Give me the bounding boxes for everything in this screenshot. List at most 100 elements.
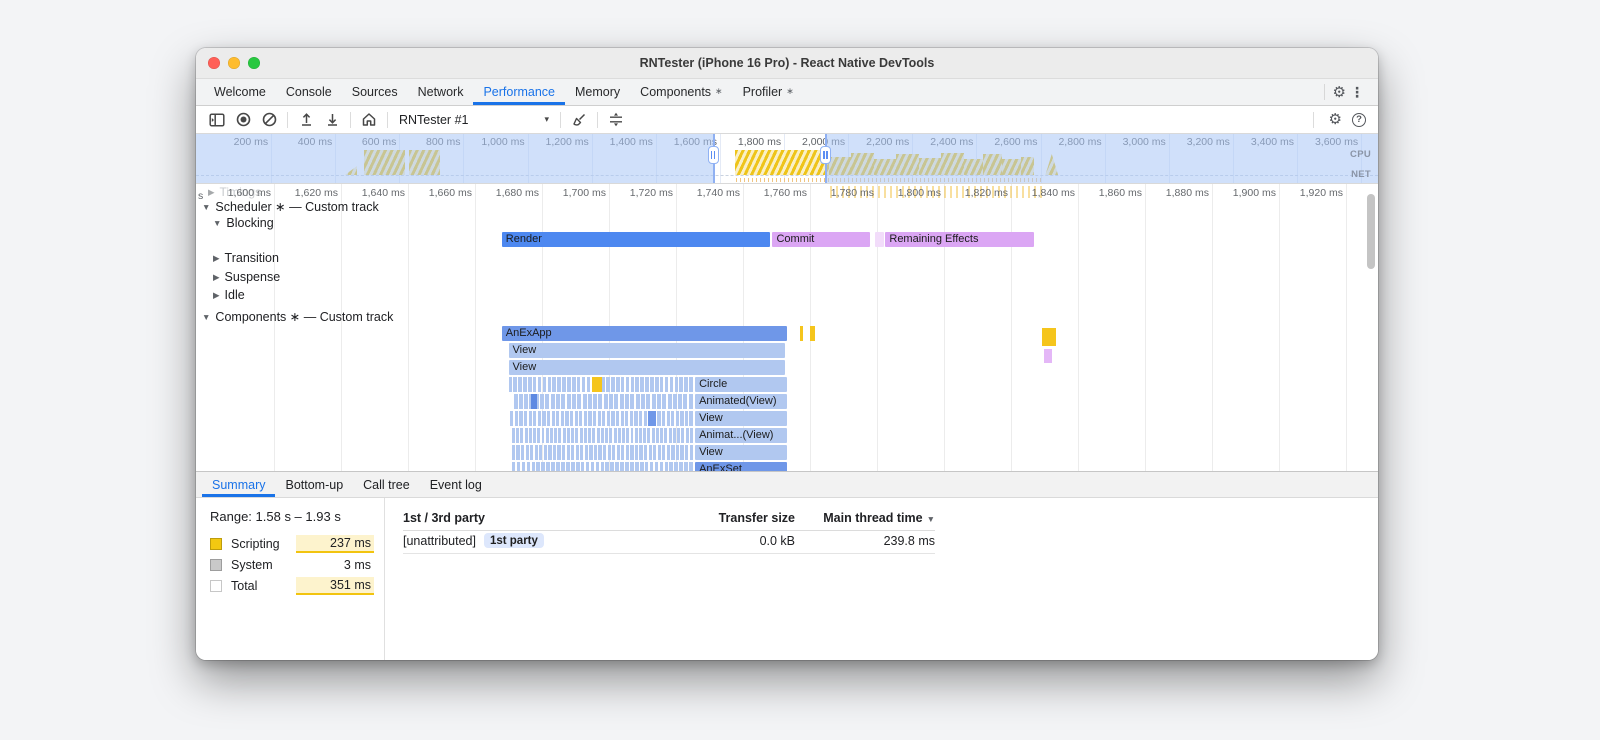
flame-event-sliver[interactable]	[657, 411, 661, 426]
track-label-idle[interactable]: ▶ Idle	[213, 288, 245, 302]
flame-event-sliver[interactable]	[566, 462, 570, 471]
flame-event-sliver[interactable]	[672, 394, 677, 409]
details-tab-bottom-up[interactable]: Bottom-up	[275, 472, 353, 497]
flame-event-highlight[interactable]	[530, 394, 537, 409]
flame-event-sliver[interactable]	[571, 445, 575, 460]
flame-event-view[interactable]: View	[508, 343, 785, 358]
flame-event-sliver[interactable]	[513, 377, 517, 392]
flame-event-sliver[interactable]	[557, 445, 561, 460]
flame-event-sliver[interactable]	[566, 445, 570, 460]
tab-memory[interactable]: Memory	[565, 79, 630, 105]
legend-value[interactable]: 3 ms	[296, 557, 374, 573]
flame-event-sliver[interactable]	[584, 445, 588, 460]
flame-event-sliver[interactable]	[558, 428, 562, 443]
flame-event-sliver[interactable]	[540, 394, 545, 409]
flame-event-sliver[interactable]	[526, 462, 531, 471]
tab-network[interactable]: Network	[408, 79, 474, 105]
flame-event-sliver[interactable]	[679, 462, 683, 471]
flame-event-sliver[interactable]	[613, 428, 617, 443]
flame-event-sliver[interactable]	[626, 428, 630, 443]
flame-event-sliver[interactable]	[556, 462, 560, 471]
flame-event-sliver[interactable]	[510, 411, 514, 426]
flame-event-sliver[interactable]	[655, 428, 659, 443]
flame-event-sliver[interactable]	[537, 411, 542, 426]
record-button[interactable]	[230, 108, 256, 132]
details-tab-call-tree[interactable]: Call tree	[353, 472, 420, 497]
flame-event-sliver[interactable]	[667, 394, 672, 409]
flame-event-sliver[interactable]	[668, 428, 672, 443]
flame-chart-area[interactable]: ▶ Timings s 1,600 ms 1,620 ms 1,640 ms 1,660 m…	[196, 184, 1378, 471]
tab-performance[interactable]: Performance	[473, 79, 565, 105]
flame-event-sliver[interactable]	[605, 428, 609, 443]
flame-event-sliver[interactable]	[571, 377, 576, 392]
flame-event-sliver[interactable]	[684, 411, 689, 426]
flame-event-sliver[interactable]	[556, 394, 560, 409]
flame-event-sliver[interactable]	[602, 411, 606, 426]
flame-event-sliver[interactable]	[533, 428, 536, 443]
flame-event-sliver[interactable]	[598, 394, 603, 409]
flame-event-sliver[interactable]	[620, 377, 625, 392]
table-row[interactable]: [unattributed] 1st party 0.0 kB 239.8 ms	[403, 531, 935, 554]
flame-event-sliver[interactable]	[653, 445, 657, 460]
tab-components[interactable]: Components ∗	[630, 79, 732, 105]
flame-event-sliver[interactable]	[562, 428, 566, 443]
flame-event-sliver[interactable]	[545, 428, 549, 443]
flame-event-sliver[interactable]	[643, 445, 648, 460]
flame-event-sliver[interactable]	[520, 428, 524, 443]
flame-event-sliver[interactable]	[662, 445, 666, 460]
flame-event-sliver[interactable]	[689, 445, 693, 460]
flame-event-sliver[interactable]	[551, 462, 555, 471]
flame-event-sliver[interactable]	[612, 445, 616, 460]
save-profile-button[interactable]	[319, 108, 345, 132]
flame-event-sliver[interactable]	[600, 462, 605, 471]
flame-event-sliver[interactable]	[552, 377, 557, 392]
flame-event-sliver[interactable]	[640, 394, 645, 409]
flame-event-sliver[interactable]	[677, 428, 681, 443]
zoom-window-button[interactable]	[248, 57, 260, 69]
flame-event-sliver[interactable]	[685, 428, 689, 443]
flame-floating-event[interactable]	[1041, 327, 1056, 346]
chevron-right-icon[interactable]: ▶	[213, 290, 220, 300]
flame-event-sliver[interactable]	[597, 411, 601, 426]
flame-event-sliver[interactable]	[562, 377, 566, 392]
flame-event-sliver[interactable]	[566, 394, 571, 409]
flame-event-sliver[interactable]	[625, 445, 629, 460]
chevron-right-icon[interactable]: ▶	[213, 253, 220, 263]
flame-event-sliver[interactable]	[621, 445, 625, 460]
flame-event-sliver[interactable]	[672, 428, 676, 443]
flame-event-sliver[interactable]	[640, 377, 644, 392]
flame-event-sliver[interactable]	[603, 394, 608, 409]
flame-event-sliver[interactable]	[616, 445, 620, 460]
flame-event-sliver[interactable]	[539, 445, 543, 460]
flame-event-sliver[interactable]	[593, 445, 598, 460]
flame-event-view[interactable]: View	[695, 445, 787, 460]
flame-event-animat-view[interactable]: Animat...(View)	[695, 428, 787, 443]
flame-event-sliver[interactable]	[609, 428, 613, 443]
flame-event-animated-view[interactable]: Animated(View)	[695, 394, 787, 409]
flame-event-sliver[interactable]	[516, 462, 521, 471]
flame-event-sliver[interactable]	[546, 462, 550, 471]
minimize-window-button[interactable]	[228, 57, 240, 69]
flame-event-sliver[interactable]	[674, 377, 679, 392]
flame-event-sliver[interactable]	[620, 411, 624, 426]
flame-event-sliver[interactable]	[514, 411, 519, 426]
flame-event-sliver[interactable]	[638, 428, 642, 443]
flame-event-sliver[interactable]	[630, 462, 634, 471]
flame-event-sliver[interactable]	[630, 445, 634, 460]
flame-event-sliver[interactable]	[530, 445, 534, 460]
flame-event-sliver[interactable]	[609, 394, 614, 409]
flame-event-sliver[interactable]	[617, 428, 621, 443]
flame-event-sliver[interactable]	[643, 411, 647, 426]
flame-event-sliver[interactable]	[518, 377, 522, 392]
flame-event-anexset[interactable]: AnExSet	[695, 462, 787, 471]
flame-event-sliver[interactable]	[519, 411, 523, 426]
flame-event-sliver[interactable]	[580, 462, 585, 471]
flame-event-sliver[interactable]	[619, 394, 624, 409]
timeline-overview-minimap[interactable]: 200 ms400 ms600 ms800 ms1,000 ms1,200 ms…	[196, 134, 1378, 184]
flame-event-sliver[interactable]	[675, 445, 680, 460]
flame-event-sliver[interactable]	[689, 428, 693, 443]
flame-event-sliver[interactable]	[587, 394, 592, 409]
flame-event-sliver[interactable]	[606, 411, 611, 426]
flame-event-sliver[interactable]	[525, 445, 529, 460]
flame-event-sliver[interactable]	[646, 394, 651, 409]
